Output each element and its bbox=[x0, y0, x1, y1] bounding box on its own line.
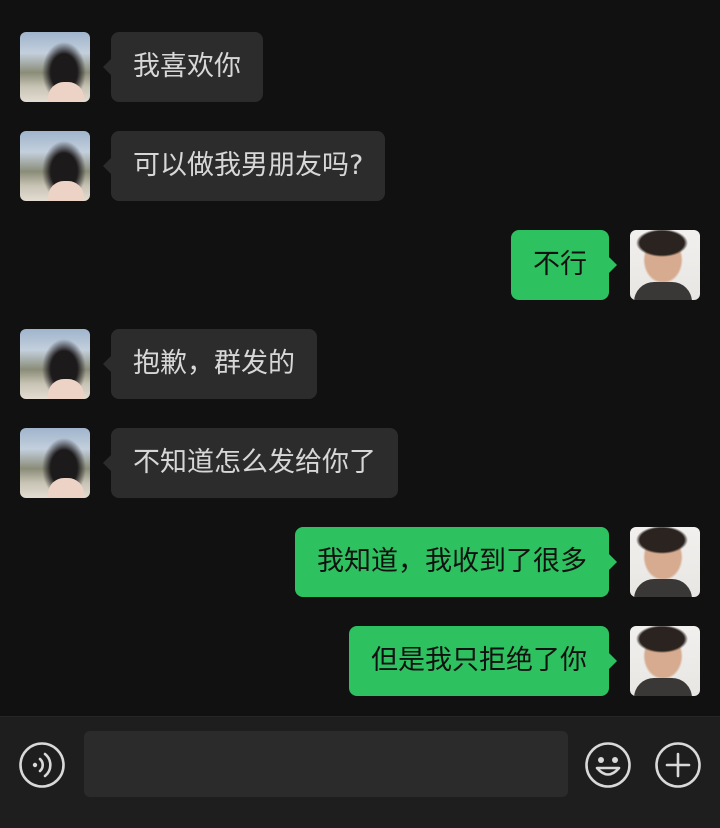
message-row-incoming: 不知道怎么发给你了 bbox=[0, 428, 720, 498]
message-row-outgoing: 但是我只拒绝了你 bbox=[0, 626, 720, 696]
voice-icon[interactable] bbox=[18, 741, 66, 789]
plus-icon[interactable] bbox=[654, 741, 702, 789]
contact-avatar[interactable] bbox=[20, 131, 90, 201]
outgoing-message-bubble[interactable]: 但是我只拒绝了你 bbox=[349, 626, 617, 696]
self-avatar[interactable] bbox=[630, 230, 700, 300]
message-row-outgoing: 不行 bbox=[0, 230, 720, 300]
message-row-incoming: 我喜欢你 bbox=[0, 32, 720, 102]
contact-avatar[interactable] bbox=[20, 428, 90, 498]
chat-screen: 我喜欢你 可以做我男朋友吗? 不行 抱歉，群发的 不知道怎么发给你了 我知道，我… bbox=[0, 0, 720, 828]
incoming-message-bubble[interactable]: 抱歉，群发的 bbox=[103, 329, 317, 399]
message-row-incoming: 抱歉，群发的 bbox=[0, 329, 720, 399]
contact-avatar[interactable] bbox=[20, 329, 90, 399]
contact-avatar[interactable] bbox=[20, 32, 90, 102]
chat-input-bar bbox=[0, 716, 720, 828]
message-list[interactable]: 我喜欢你 可以做我男朋友吗? 不行 抱歉，群发的 不知道怎么发给你了 我知道，我… bbox=[0, 0, 720, 716]
self-avatar[interactable] bbox=[630, 626, 700, 696]
message-row-incoming: 可以做我男朋友吗? bbox=[0, 131, 720, 201]
emoji-icon[interactable] bbox=[584, 741, 632, 789]
message-row-outgoing: 我知道，我收到了很多 bbox=[0, 527, 720, 597]
self-avatar[interactable] bbox=[630, 527, 700, 597]
outgoing-message-bubble[interactable]: 我知道，我收到了很多 bbox=[295, 527, 617, 597]
outgoing-message-bubble[interactable]: 不行 bbox=[511, 230, 617, 300]
incoming-message-bubble[interactable]: 可以做我男朋友吗? bbox=[102, 131, 386, 201]
message-input[interactable] bbox=[84, 731, 568, 797]
incoming-message-bubble[interactable]: 我喜欢你 bbox=[103, 32, 263, 102]
incoming-message-bubble[interactable]: 不知道怎么发给你了 bbox=[103, 428, 398, 498]
